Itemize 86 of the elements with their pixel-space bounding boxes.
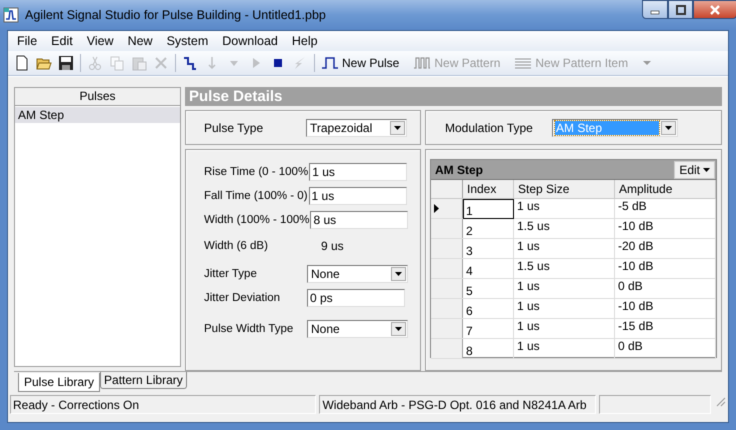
row-header[interactable] [431, 198, 462, 218]
tab[interactable]: Pulse Library [18, 373, 100, 392]
input-field[interactable]: 0 ps [307, 289, 405, 307]
table-cell: 1 [462, 198, 514, 218]
input-field[interactable]: 1 us [309, 163, 408, 181]
dropdown[interactable]: None [307, 265, 408, 283]
table-cell: 4 [462, 258, 514, 278]
status-text: Ready - Corrections On [10, 395, 316, 414]
minimize-button[interactable] [642, 0, 668, 19]
section-header: Pulse Details [185, 87, 722, 106]
column-header[interactable]: Step Size [514, 180, 614, 198]
input-field[interactable]: 1 us [308, 187, 407, 205]
field-label: Pulse Width Type [204, 322, 294, 334]
field-label: Fall Time (100% - 0) [204, 190, 308, 202]
save-icon [58, 55, 74, 71]
window-title: Agilent Signal Studio for Pulse Building - Untitled1.pbp [25, 8, 327, 22]
table-cell: 3 [462, 238, 514, 258]
table-cell: 5 [462, 278, 514, 298]
table-cell: 1.5 us [514, 218, 614, 238]
table-cell: -10 dB [614, 258, 716, 278]
menu-item[interactable]: Help [284, 34, 325, 48]
table-cell: 8 [462, 338, 514, 358]
table-cell: -10 dB [614, 298, 716, 318]
scissors-icon [87, 55, 103, 71]
table-cell: 1 us [514, 278, 614, 298]
table-cell: 1 us [514, 198, 614, 218]
caret-icon [395, 326, 402, 330]
pulse-train-icon [413, 55, 432, 71]
field-label: Rise Time (0 - 100% [204, 166, 308, 178]
paste-icon [131, 55, 147, 71]
table-cell: 1 us [514, 298, 614, 318]
table-cell: 1 us [514, 238, 614, 258]
menu-item[interactable]: New [120, 34, 160, 48]
table-cell: -15 dB [614, 318, 716, 338]
table-cell: 1 us [514, 338, 614, 358]
table-title: AM Step [434, 162, 483, 176]
pulse-icon [321, 55, 339, 71]
dropdown[interactable]: None [307, 320, 408, 338]
menu-item[interactable]: System [160, 34, 216, 48]
caret-icon [395, 272, 402, 276]
table-cell: -5 dB [614, 198, 716, 218]
status-text: Wideband Arb - PSG-D Opt. 016 and N8241A Arb [319, 395, 596, 414]
caret-icon [665, 126, 672, 130]
list-item[interactable]: AM Step [15, 107, 180, 123]
column-header[interactable]: Index [462, 180, 514, 198]
menu-item[interactable]: View [80, 34, 121, 48]
menu-item[interactable]: Download [215, 34, 285, 48]
tab[interactable]: Pattern Library [100, 372, 187, 389]
table-cell: -10 dB [614, 218, 716, 238]
caret-icon [642, 58, 652, 68]
field-label: Modulation Type [445, 120, 534, 134]
table-cell: 1.5 us [514, 258, 614, 278]
field-label: Pulse Type [204, 120, 264, 134]
menu-item[interactable]: File [10, 34, 44, 48]
table-cell: 0 dB [614, 278, 716, 298]
maximize-button[interactable] [668, 0, 693, 19]
table-cell: 7 [462, 318, 514, 338]
table-cell: 1 us [514, 318, 614, 338]
close-button[interactable] [693, 0, 736, 19]
delete-icon [153, 55, 169, 71]
table-cell: 6 [462, 298, 514, 318]
column-header[interactable]: Amplitude [614, 180, 716, 198]
field-label: Width (6 dB) [204, 240, 269, 252]
field-label: Jitter Deviation [204, 292, 282, 304]
step-icon [182, 55, 198, 71]
field-label: Jitter Type [204, 268, 258, 280]
table-cell: -20 dB [614, 238, 716, 258]
toolbar-button[interactable]: New Pulse [318, 52, 402, 74]
table-cell: 0 dB [614, 338, 716, 358]
readout-value: 9 us [320, 239, 344, 253]
caret-icon [703, 168, 710, 172]
new-file-icon [14, 55, 30, 71]
copy-icon [109, 55, 125, 71]
close-icon [709, 4, 721, 14]
app-icon [3, 7, 19, 23]
edit-button[interactable]: Edit [674, 160, 715, 178]
dropdown[interactable]: Trapezoidal [306, 118, 407, 136]
menu-item[interactable]: Edit [44, 34, 80, 48]
table-cell: 2 [462, 218, 514, 238]
current-row-icon [434, 204, 439, 212]
column-header: Pulses [15, 88, 180, 106]
resize-grip-icon [714, 395, 726, 407]
caret-icon [394, 126, 401, 130]
maximize-icon [674, 4, 686, 14]
input-field[interactable]: 8 us [310, 211, 408, 229]
field-label: Width (100% - 100% [204, 214, 310, 226]
